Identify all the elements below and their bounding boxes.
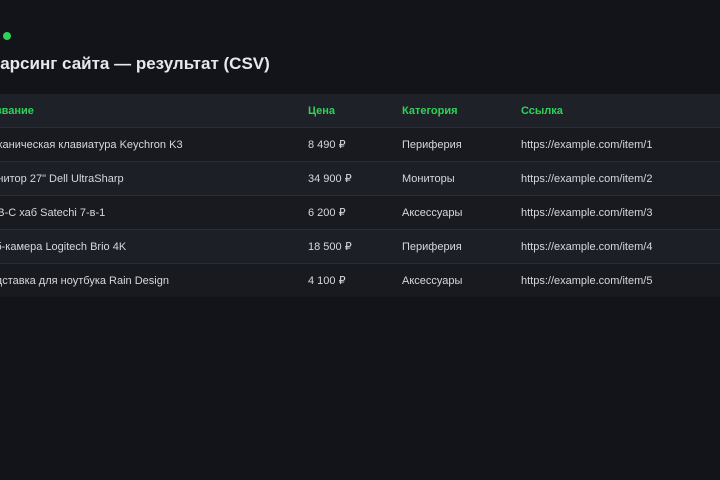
status-indicator-dot (3, 32, 11, 40)
table-row[interactable]: USB-C хаб Satechi 7-в-1 6 200 ₽ Аксессуа… (0, 195, 720, 230)
table-row[interactable]: Веб-камера Logitech Brio 4K 18 500 ₽ Пер… (0, 229, 720, 264)
table-header-row: Название Цена Категория Ссылка (0, 94, 720, 128)
cell-name: Механическая клавиатура Keychron K3 (0, 138, 183, 151)
cell-link[interactable]: https://example.com/item/4 (521, 230, 720, 264)
cell-category: Аксессуары (402, 206, 463, 219)
page-title: Парсинг сайта — результат (CSV) (0, 54, 270, 73)
cell-link[interactable]: https://example.com/item/5 (521, 264, 720, 298)
cell-link[interactable]: https://example.com/item/2 (521, 162, 720, 196)
column-header-name[interactable]: Название (0, 94, 308, 128)
cell-price: 6 200 ₽ (308, 207, 346, 219)
column-header-category[interactable]: Категория (402, 94, 521, 128)
cell-name: Веб-камера Logitech Brio 4K (0, 240, 127, 253)
cell-name: Подставка для ноутбука Rain Design (0, 274, 169, 287)
cell-price: 34 900 ₽ (308, 173, 352, 185)
column-header-link[interactable]: Ссылка (521, 94, 720, 128)
cell-link[interactable]: https://example.com/item/3 (521, 196, 720, 230)
cell-category: Периферия (402, 240, 462, 253)
cell-price: 4 100 ₽ (308, 275, 346, 287)
cell-link[interactable]: https://example.com/item/1 (521, 128, 720, 162)
cell-name: USB-C хаб Satechi 7-в-1 (0, 206, 106, 219)
results-table: Название Цена Категория Ссылка Механичес… (0, 94, 720, 297)
cell-category: Периферия (402, 138, 462, 151)
cell-name: Монитор 27" Dell UltraSharp (0, 172, 124, 185)
table-row[interactable]: Механическая клавиатура Keychron K3 8 49… (0, 127, 720, 162)
column-header-price[interactable]: Цена (308, 94, 402, 128)
cell-price: 18 500 ₽ (308, 241, 352, 253)
cell-price: 8 490 ₽ (308, 139, 346, 151)
table-row[interactable]: Подставка для ноутбука Rain Design 4 100… (0, 263, 720, 298)
table-row[interactable]: Монитор 27" Dell UltraSharp 34 900 ₽ Мон… (0, 161, 720, 196)
cell-category: Аксессуары (402, 274, 463, 287)
page: Парсинг сайта — результат (CSV) Название… (0, 0, 720, 480)
cell-category: Мониторы (402, 172, 455, 185)
